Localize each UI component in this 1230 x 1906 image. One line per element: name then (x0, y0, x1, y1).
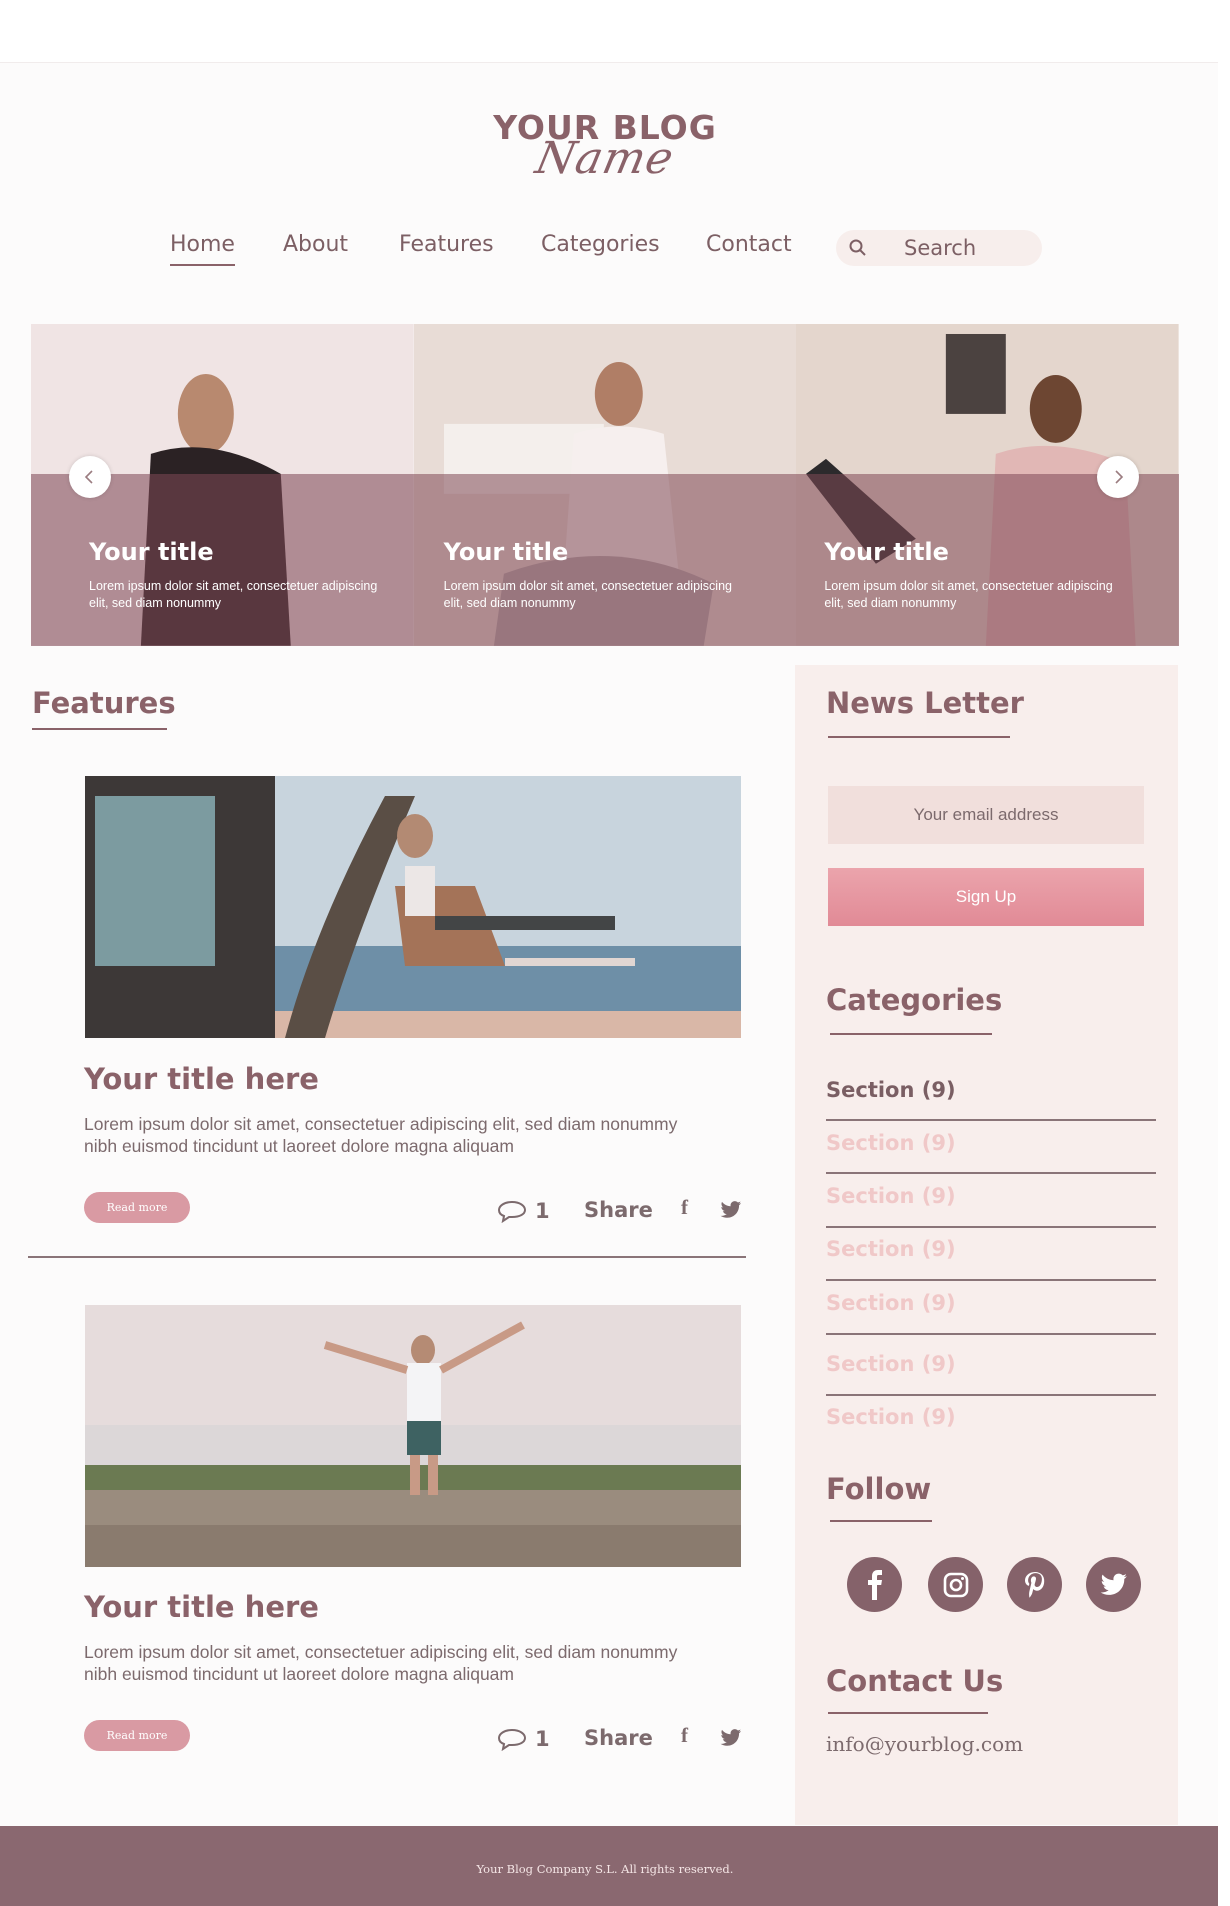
twitter-icon (1100, 1573, 1127, 1595)
search-icon (849, 239, 866, 256)
facebook-share-icon[interactable]: f (681, 1195, 688, 1225)
post-image[interactable] (85, 776, 741, 1038)
footer-copyright: Your Blog Company S.L. All rights reserv… (476, 1862, 734, 1876)
pinterest-icon (1024, 1571, 1044, 1598)
post-comments[interactable]: 1 (497, 1196, 550, 1226)
category-item[interactable]: Section (9) (826, 1291, 1156, 1315)
slide-text: Lorem ipsum dolor sit amet, consectetuer… (824, 579, 1113, 610)
slide-title: Your title (443, 538, 569, 566)
features-underline (32, 728, 167, 730)
post-excerpt: Lorem ipsum dolor sit amet, consectetuer… (84, 1114, 678, 1156)
main-nav: Home About Features Categories Contact (0, 232, 1230, 272)
facebook-share-icon[interactable]: f (681, 1723, 688, 1753)
category-divider (826, 1226, 1156, 1228)
category-item[interactable]: Section (9) (826, 1237, 1156, 1261)
post-title[interactable]: Your title here (84, 1590, 319, 1624)
facebook-button[interactable] (847, 1557, 902, 1612)
read-more-button[interactable]: Read more (84, 1720, 190, 1751)
comment-icon (497, 1728, 527, 1751)
category-divider (826, 1172, 1156, 1174)
search-placeholder: Search (904, 236, 977, 260)
footer: Your Blog Company S.L. All rights reserv… (0, 1826, 1218, 1906)
category-divider (826, 1333, 1156, 1335)
nav-categories[interactable]: Categories (541, 232, 660, 257)
contact-heading: Contact Us (826, 1664, 1004, 1698)
follow-heading: Follow (826, 1472, 932, 1506)
twitter-share-icon[interactable] (720, 1200, 742, 1220)
sign-up-button[interactable]: Sign Up (828, 868, 1144, 926)
nav-about[interactable]: About (283, 232, 348, 257)
twitter-button[interactable] (1086, 1557, 1141, 1612)
category-divider (826, 1394, 1156, 1396)
slider-prev-button[interactable] (69, 456, 111, 498)
hero-slider: Your title Lorem ipsum dolor sit amet, c… (31, 324, 1179, 646)
pinterest-button[interactable] (1007, 1557, 1062, 1612)
contact-email-link[interactable]: info@yourblog.com (826, 1732, 1023, 1756)
share-label: Share (584, 1726, 653, 1750)
categories-underline (830, 1033, 992, 1035)
share-label: Share (584, 1198, 653, 1222)
follow-underline (830, 1520, 932, 1522)
chevron-left-icon (84, 470, 93, 484)
comment-count: 1 (535, 1727, 550, 1751)
category-item[interactable]: Section (9) (826, 1078, 1156, 1102)
instagram-button[interactable] (928, 1557, 983, 1612)
facebook-icon (867, 1569, 882, 1600)
newsletter-heading: News Letter (826, 686, 1024, 720)
nav-features[interactable]: Features (399, 232, 494, 257)
comment-icon (497, 1200, 527, 1223)
category-divider (826, 1119, 1156, 1121)
slide-title: Your title (89, 538, 214, 566)
blog-logo[interactable]: YOUR BLOG Name (0, 108, 1210, 184)
category-divider (826, 1279, 1156, 1281)
features-heading: Features (32, 686, 176, 720)
nav-contact[interactable]: Contact (706, 232, 792, 257)
contact-underline (828, 1712, 988, 1714)
email-field[interactable]: Your email address (828, 786, 1144, 844)
post-image[interactable] (85, 1305, 741, 1567)
post-divider (28, 1256, 746, 1258)
post-comments[interactable]: 1 (497, 1724, 550, 1754)
chevron-right-icon (1115, 470, 1124, 484)
post-photo (85, 776, 741, 1038)
post-photo (85, 1305, 741, 1567)
category-item[interactable]: Section (9) (826, 1405, 1156, 1429)
twitter-share-icon[interactable] (720, 1728, 742, 1748)
nav-home[interactable]: Home (170, 232, 235, 266)
category-item[interactable]: Section (9) (826, 1352, 1156, 1376)
instagram-icon (943, 1572, 968, 1597)
post-title[interactable]: Your title here (84, 1062, 319, 1096)
category-item[interactable]: Section (9) (826, 1131, 1156, 1155)
slide-title: Your title (824, 538, 949, 566)
post-excerpt: Lorem ipsum dolor sit amet, consectetuer… (84, 1642, 678, 1684)
read-more-button[interactable]: Read more (84, 1192, 190, 1223)
newsletter-underline (828, 736, 1010, 738)
slider-next-button[interactable] (1097, 456, 1139, 498)
categories-heading: Categories (826, 983, 1003, 1017)
search-box[interactable]: Search (836, 230, 1042, 266)
slide-text: Lorem ipsum dolor sit amet, consectetuer… (443, 579, 732, 610)
category-item[interactable]: Section (9) (826, 1184, 1156, 1208)
logo-script-name: Name (531, 133, 679, 184)
hero-slide[interactable]: Your title Lorem ipsum dolor sit amet, c… (413, 324, 797, 646)
comment-count: 1 (535, 1199, 550, 1223)
slide-text: Lorem ipsum dolor sit amet, consectetuer… (89, 579, 378, 610)
